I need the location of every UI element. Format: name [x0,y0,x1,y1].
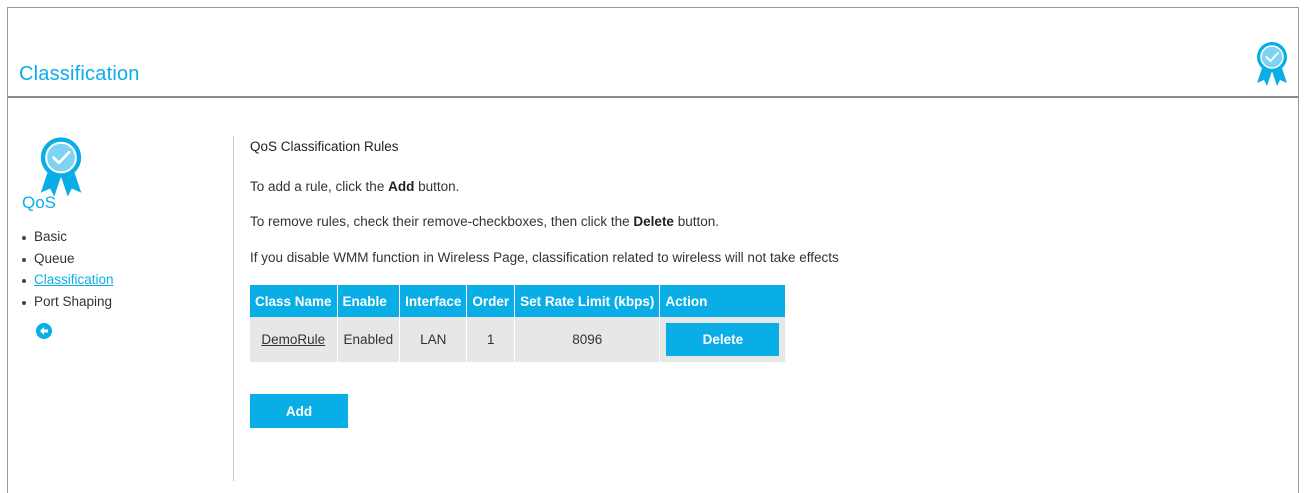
sidebar-item-classification[interactable]: Classification [20,269,114,291]
remove-instruction: To remove rules, check their remove-chec… [250,214,719,229]
back-button[interactable] [36,323,52,339]
back-arrow-icon [40,327,48,335]
sidebar-item-label[interactable]: Classification [34,272,114,287]
order-cell: 1 [466,317,516,362]
rate-limit-cell: 8096 [514,317,661,362]
sidebar-item-label[interactable]: Queue [34,251,75,266]
add-instruction: To add a rule, click the Add button. [250,179,460,194]
sidebar-item-queue[interactable]: Queue [20,248,114,270]
sidebar-title: QoS [22,193,57,212]
wmm-note: If you disable WMM function in Wireless … [250,250,839,265]
sidebar-nav: Basic Queue Classification Port Shaping [20,226,114,312]
delete-button[interactable]: Delete [666,323,780,356]
vertical-divider [233,136,234,481]
table-row: DemoRule Enabled LAN 1 8096 Delete [250,317,787,362]
sidebar-item-port-shaping[interactable]: Port Shaping [20,291,114,313]
column-header-action: Action [659,285,787,317]
column-header-order: Order [466,285,516,317]
page-title: Classification [19,63,140,85]
action-cell: Delete [659,317,787,362]
sidebar-item-basic[interactable]: Basic [20,226,114,248]
sidebar-item-label[interactable]: Port Shaping [34,294,112,309]
sidebar-item-label[interactable]: Basic [34,229,67,244]
column-header-rate-limit: Set Rate Limit (kbps) [514,285,661,317]
table-header-row: Class Name Enable Interface Order Set Ra… [250,285,787,317]
interface-cell: LAN [399,317,468,362]
ribbon-badge-icon [40,137,82,197]
column-header-enable: Enable [337,285,401,317]
ribbon-badge-icon [1257,42,1287,86]
section-title: QoS Classification Rules [250,139,399,154]
column-header-interface: Interface [399,285,468,317]
add-button[interactable]: Add [250,394,348,428]
class-name-link[interactable]: DemoRule [250,317,338,362]
enable-cell: Enabled [337,317,401,362]
header-divider [8,96,1298,98]
column-header-class-name: Class Name [250,285,338,317]
classification-rules-table: Class Name Enable Interface Order Set Ra… [250,285,787,362]
